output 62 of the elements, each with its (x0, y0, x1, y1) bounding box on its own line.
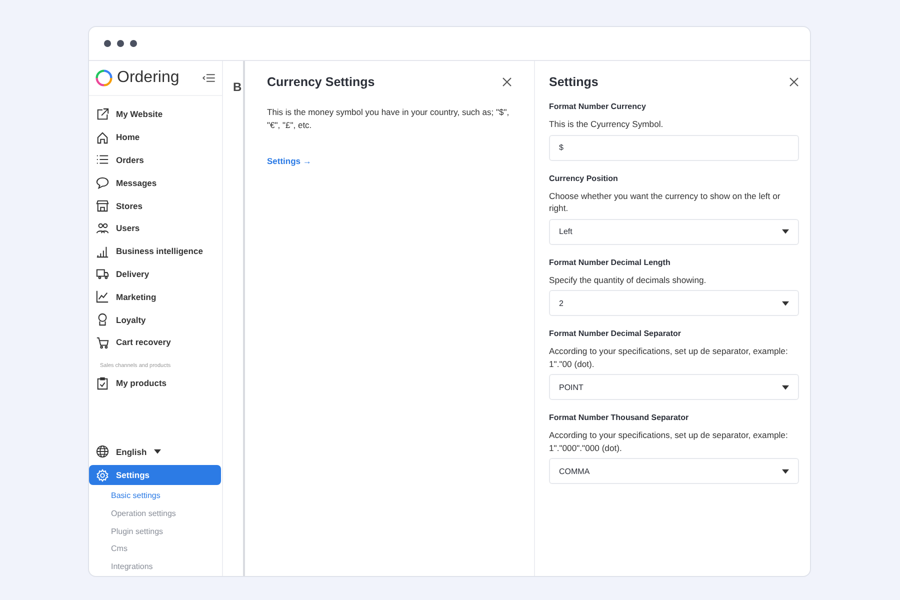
field-label: Format Number Decimal Length (549, 258, 672, 266)
nav-item[interactable]: Users (89, 216, 222, 240)
nav-item[interactable]: My Website (89, 103, 222, 126)
external-link-icon (96, 108, 109, 121)
description-text: This is the money symbol you have in your country, such as; "$", "€", "£", etc. (267, 106, 510, 131)
nav-item[interactable]: Stores (89, 194, 222, 217)
bar-chart-icon (96, 244, 109, 258)
nav-item[interactable]: Delivery (89, 262, 222, 286)
close-icon[interactable] (502, 77, 512, 87)
field-label: Format Number Thousand Separator (549, 413, 690, 422)
caret-icon (782, 384, 789, 390)
line-chart-icon (96, 290, 109, 304)
select-field[interactable]: 2 (549, 290, 799, 316)
language-selector[interactable]: English (89, 440, 222, 464)
field-label: Format Number Decimal Separator (549, 329, 682, 338)
panel-title: Settings (549, 75, 598, 89)
users-icon (96, 222, 109, 235)
select-field[interactable]: POINT (549, 374, 799, 400)
caret-icon (782, 468, 789, 474)
nav-item[interactable]: Home (89, 126, 222, 149)
clipboard-icon (96, 376, 109, 390)
brand-name: Ordering (117, 69, 180, 87)
nav-item[interactable]: Messages (89, 171, 222, 194)
cart-icon (96, 336, 109, 349)
store-icon (96, 199, 109, 212)
select-field[interactable]: COMMA (549, 458, 799, 484)
field-help-text: According to your specifications, set up de separator, example: 1"."00 (dot). (549, 345, 789, 370)
nav-item[interactable]: Marketing (89, 285, 222, 308)
settings-nav-item[interactable]: Settings (89, 465, 221, 486)
nav-item[interactable]: Loyalty (89, 308, 222, 331)
field-help-text: Specify the quantity of decimals showing. (549, 274, 708, 286)
window-dot (104, 40, 111, 47)
panel-title: Currency Settings (267, 75, 375, 89)
globe-icon (96, 445, 109, 458)
select-field[interactable]: Left (549, 218, 799, 244)
nav-item[interactable]: Orders (89, 148, 222, 172)
nav-item[interactable]: Cart recovery (89, 330, 222, 354)
caret-icon (154, 449, 161, 454)
truck-icon (96, 267, 109, 280)
nav-item[interactable]: My products (89, 372, 222, 395)
settings-sub-item[interactable]: Basic settings (89, 487, 222, 505)
award-icon (96, 313, 109, 326)
settings-icon (96, 468, 109, 482)
chat-bubble-icon (96, 176, 109, 190)
caret-icon (782, 229, 789, 234)
logo-icon (95, 69, 113, 87)
close-icon[interactable] (789, 77, 799, 87)
collapse-menu-icon[interactable] (202, 73, 216, 83)
window-dot (130, 40, 137, 47)
field-label: Format Number Currency (549, 102, 647, 111)
page-heading: B (233, 80, 242, 94)
field-help-text: Choose whether you want the currency to show on the left or right. (549, 190, 782, 214)
field-help-text: According to your specifications, set up de separator, example: 1"."000"."000 (dot). (549, 429, 789, 454)
input-field[interactable]: $ (549, 134, 799, 160)
nav-item[interactable]: Business intelligence (89, 240, 222, 263)
settings-link[interactable]: Settings → (267, 156, 312, 166)
field-label: Currency Position (549, 174, 619, 182)
home-icon (96, 130, 109, 144)
list-icon (96, 153, 109, 166)
field-help-text: This is the Cyurrency Symbol. (549, 118, 664, 130)
caret-icon (782, 300, 789, 306)
window-dot (117, 40, 124, 47)
